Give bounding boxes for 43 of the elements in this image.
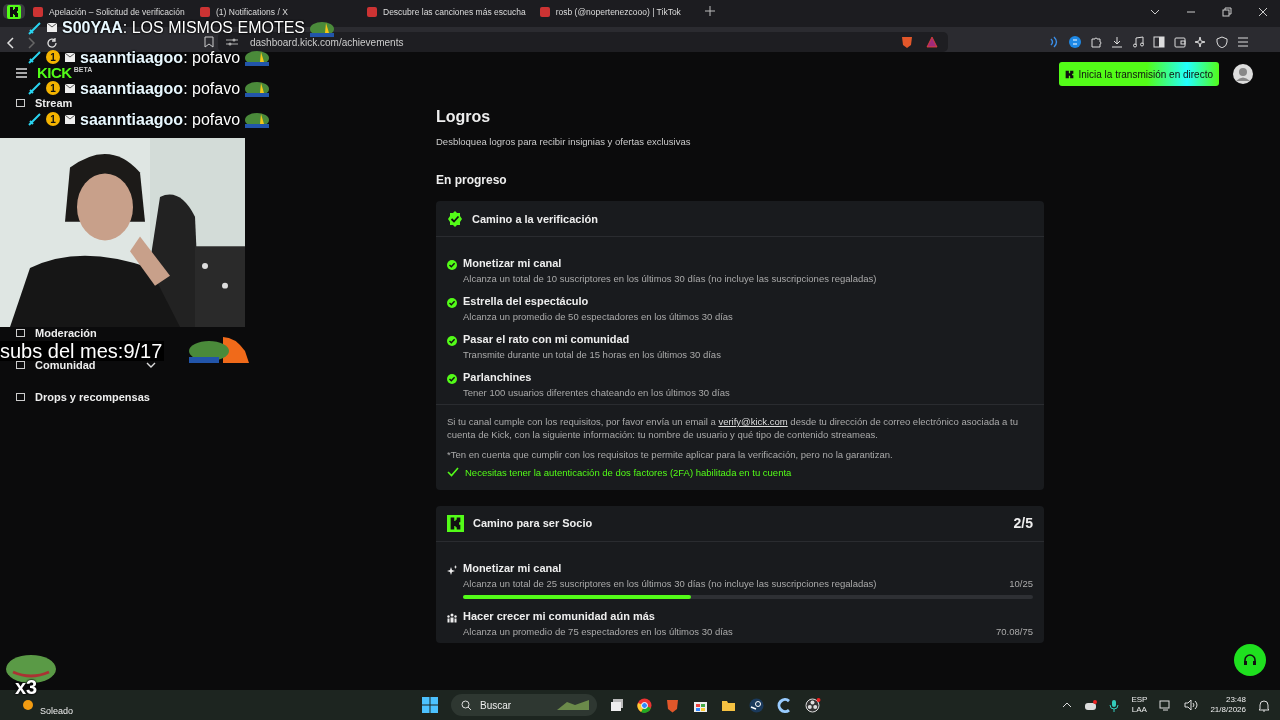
requirement-text: Necesitas tener la autenticación de dos factores (2FA) habilitada en tu cuenta: [465, 466, 792, 478]
page-title: Logros: [436, 108, 492, 126]
achievement-title: Parlanchines: [463, 371, 533, 383]
clock[interactable]: 23:48 21/8/2026: [1210, 694, 1246, 716]
sidebar-item[interactable]: Comunidad: [35, 359, 96, 371]
card-title: Camino para ser Socio: [473, 517, 593, 530]
instructions-text: Si tu canal cumple con los requisitos, por favor envía un email a verify@kick.com desde tu dirección de correo electrónico asociada a tu cuenta de Kick, con la siguiente información: tu nombre de usuario y qué tipo de contenido streameas.: [447, 415, 1019, 442]
achievement-title: Pasar el rato con mi comunidad: [463, 333, 631, 345]
achievement-description: Alcanza un total de 10 suscriptores en los últimos 30 días (no incluye las suscripciones regaladas): [463, 273, 877, 284]
email-link[interactable]: verify@kick.com: [718, 416, 788, 427]
browser-tab[interactable]: Apelación – Solicitud de verificación: [27, 4, 192, 19]
achievement-title: Monetizar mi canal: [463, 561, 563, 574]
browser-tab[interactable]: Descubre las canciones más escucha: [361, 4, 532, 19]
sidebar-item[interactable]: Drops y recompensas: [35, 391, 150, 403]
go-live-button[interactable]: Inicia la transmisión en directo: [1059, 62, 1219, 86]
chat-message: saanntiaagoo: pofavo: [80, 79, 241, 97]
achievement-description: Alcanza un total de 25 suscriptores en los últimos 30 días (no incluye las suscripciones regaladas): [463, 577, 877, 589]
search-field[interactable]: Buscar: [451, 694, 597, 716]
sidebar-item[interactable]: Stream: [35, 97, 73, 109]
sidebar-item[interactable]: Moderación: [35, 327, 97, 339]
combo-counter: x3: [15, 676, 38, 699]
keyboard-language[interactable]: ESP LAA: [1131, 694, 1148, 716]
kick-logo[interactable]: KICK: [37, 66, 72, 79]
page-subtitle: Desbloquea logros para recibir insignias y ofertas exclusivas: [436, 136, 692, 147]
achievement-description: Tener 100 usuarios diferentes chateando en los últimos 30 días: [463, 387, 730, 398]
card-title: Camino a la verificación: [472, 212, 598, 225]
disclaimer-text: *Ten en cuenta que cumplir con los requisitos te permite aplicar para la verificación, pero no la garantizan.: [447, 447, 894, 461]
subs-counter: subs del mes:9/17: [0, 341, 165, 361]
browser-tab[interactable]: rosb (@nopertenezcooo) | TikTok: [533, 4, 699, 19]
achievement-title: Monetizar mi canal: [463, 257, 563, 269]
chat-message: saanntiaagoo: pofavo: [80, 110, 241, 128]
achievement-description: Transmite durante un total de 15 horas en los últimos 30 días: [463, 349, 721, 360]
progress-reading: 10/25: [1009, 577, 1033, 589]
browser-tab[interactable]: (1) Notifications / X: [194, 4, 359, 19]
achievement-title: Estrella del espectáculo: [463, 295, 590, 307]
achievement-description: Alcanza un promedio de 75 espectadores en los últimos 30 días: [463, 625, 733, 637]
achievement-title: Hacer crecer mi comunidad aún más: [463, 609, 656, 622]
progress-reading: 70.08/75: [996, 625, 1033, 637]
weather-text: Soleado: [40, 706, 74, 716]
progress-count: 2/5: [1013, 515, 1033, 532]
achievement-description: Alcanza un promedio de 50 espectadores en los últimos 30 días: [463, 311, 733, 322]
url-text: dashboard.kick.com/achievements: [250, 36, 404, 48]
section-heading: En progreso: [436, 173, 508, 187]
